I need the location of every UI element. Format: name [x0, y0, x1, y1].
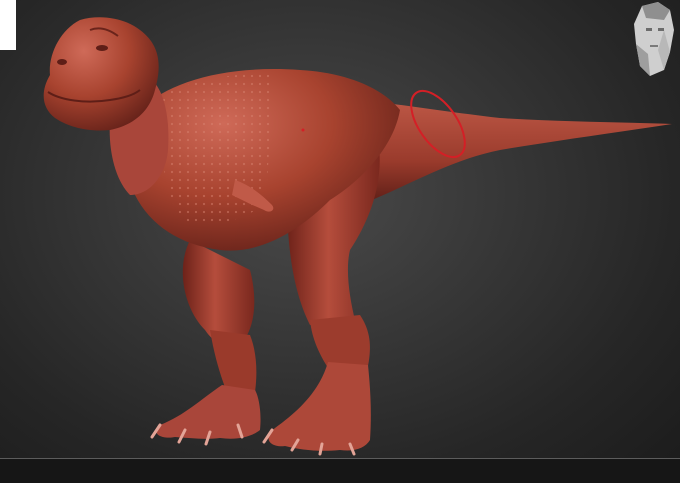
head	[43, 17, 159, 131]
near-foot	[268, 362, 371, 451]
far-foot	[155, 385, 261, 439]
far-leg-shin	[210, 330, 257, 395]
bottom-shelf	[0, 459, 680, 483]
canvas-viewport[interactable]	[0, 0, 680, 483]
far-leg-thigh	[182, 240, 255, 347]
near-leg-shin	[310, 315, 370, 368]
navigation-head-gizmo-icon[interactable]	[624, 0, 680, 80]
dinosaur-model[interactable]	[0, 0, 680, 483]
